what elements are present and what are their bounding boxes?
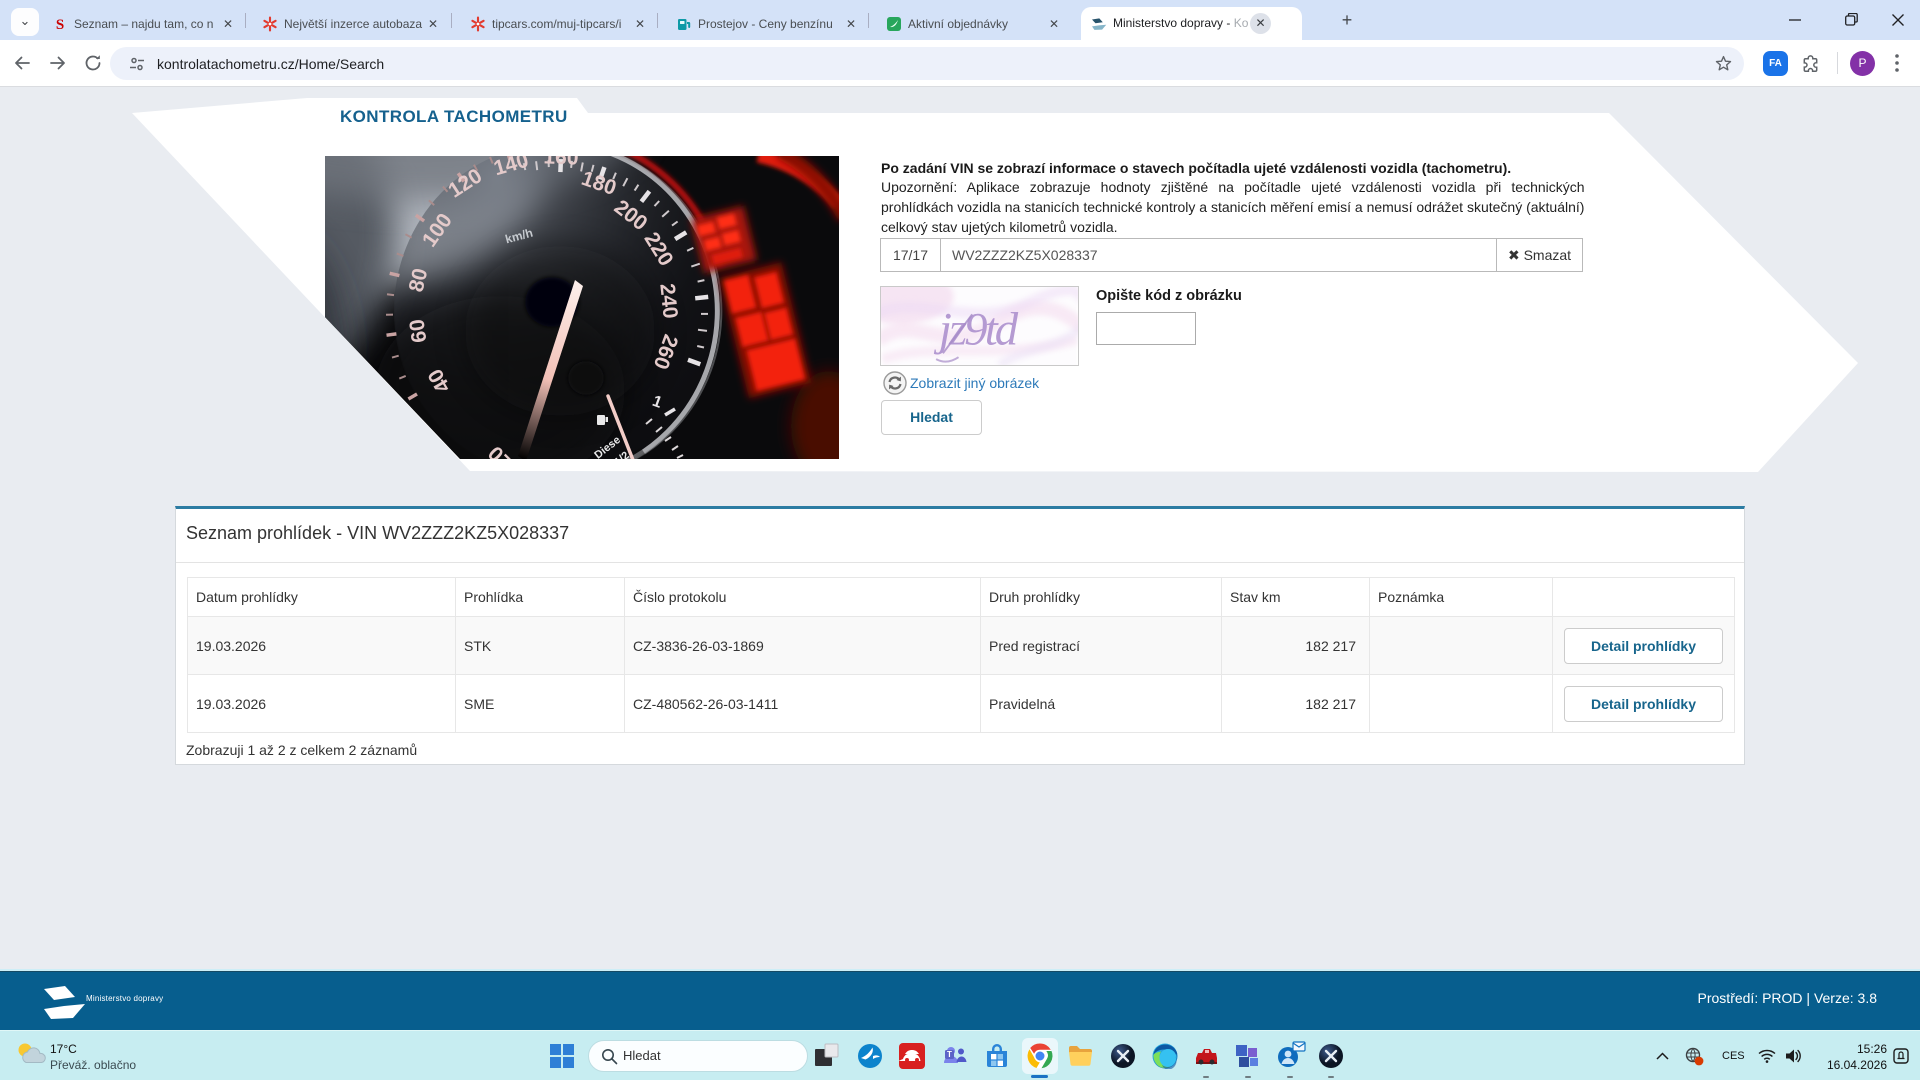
svg-text:240: 240 [655,282,682,319]
svg-text:160: 160 [543,156,579,170]
svg-text:T: T [947,1050,952,1059]
svg-text:S: S [56,17,64,32]
svg-text:60: 60 [405,318,431,344]
